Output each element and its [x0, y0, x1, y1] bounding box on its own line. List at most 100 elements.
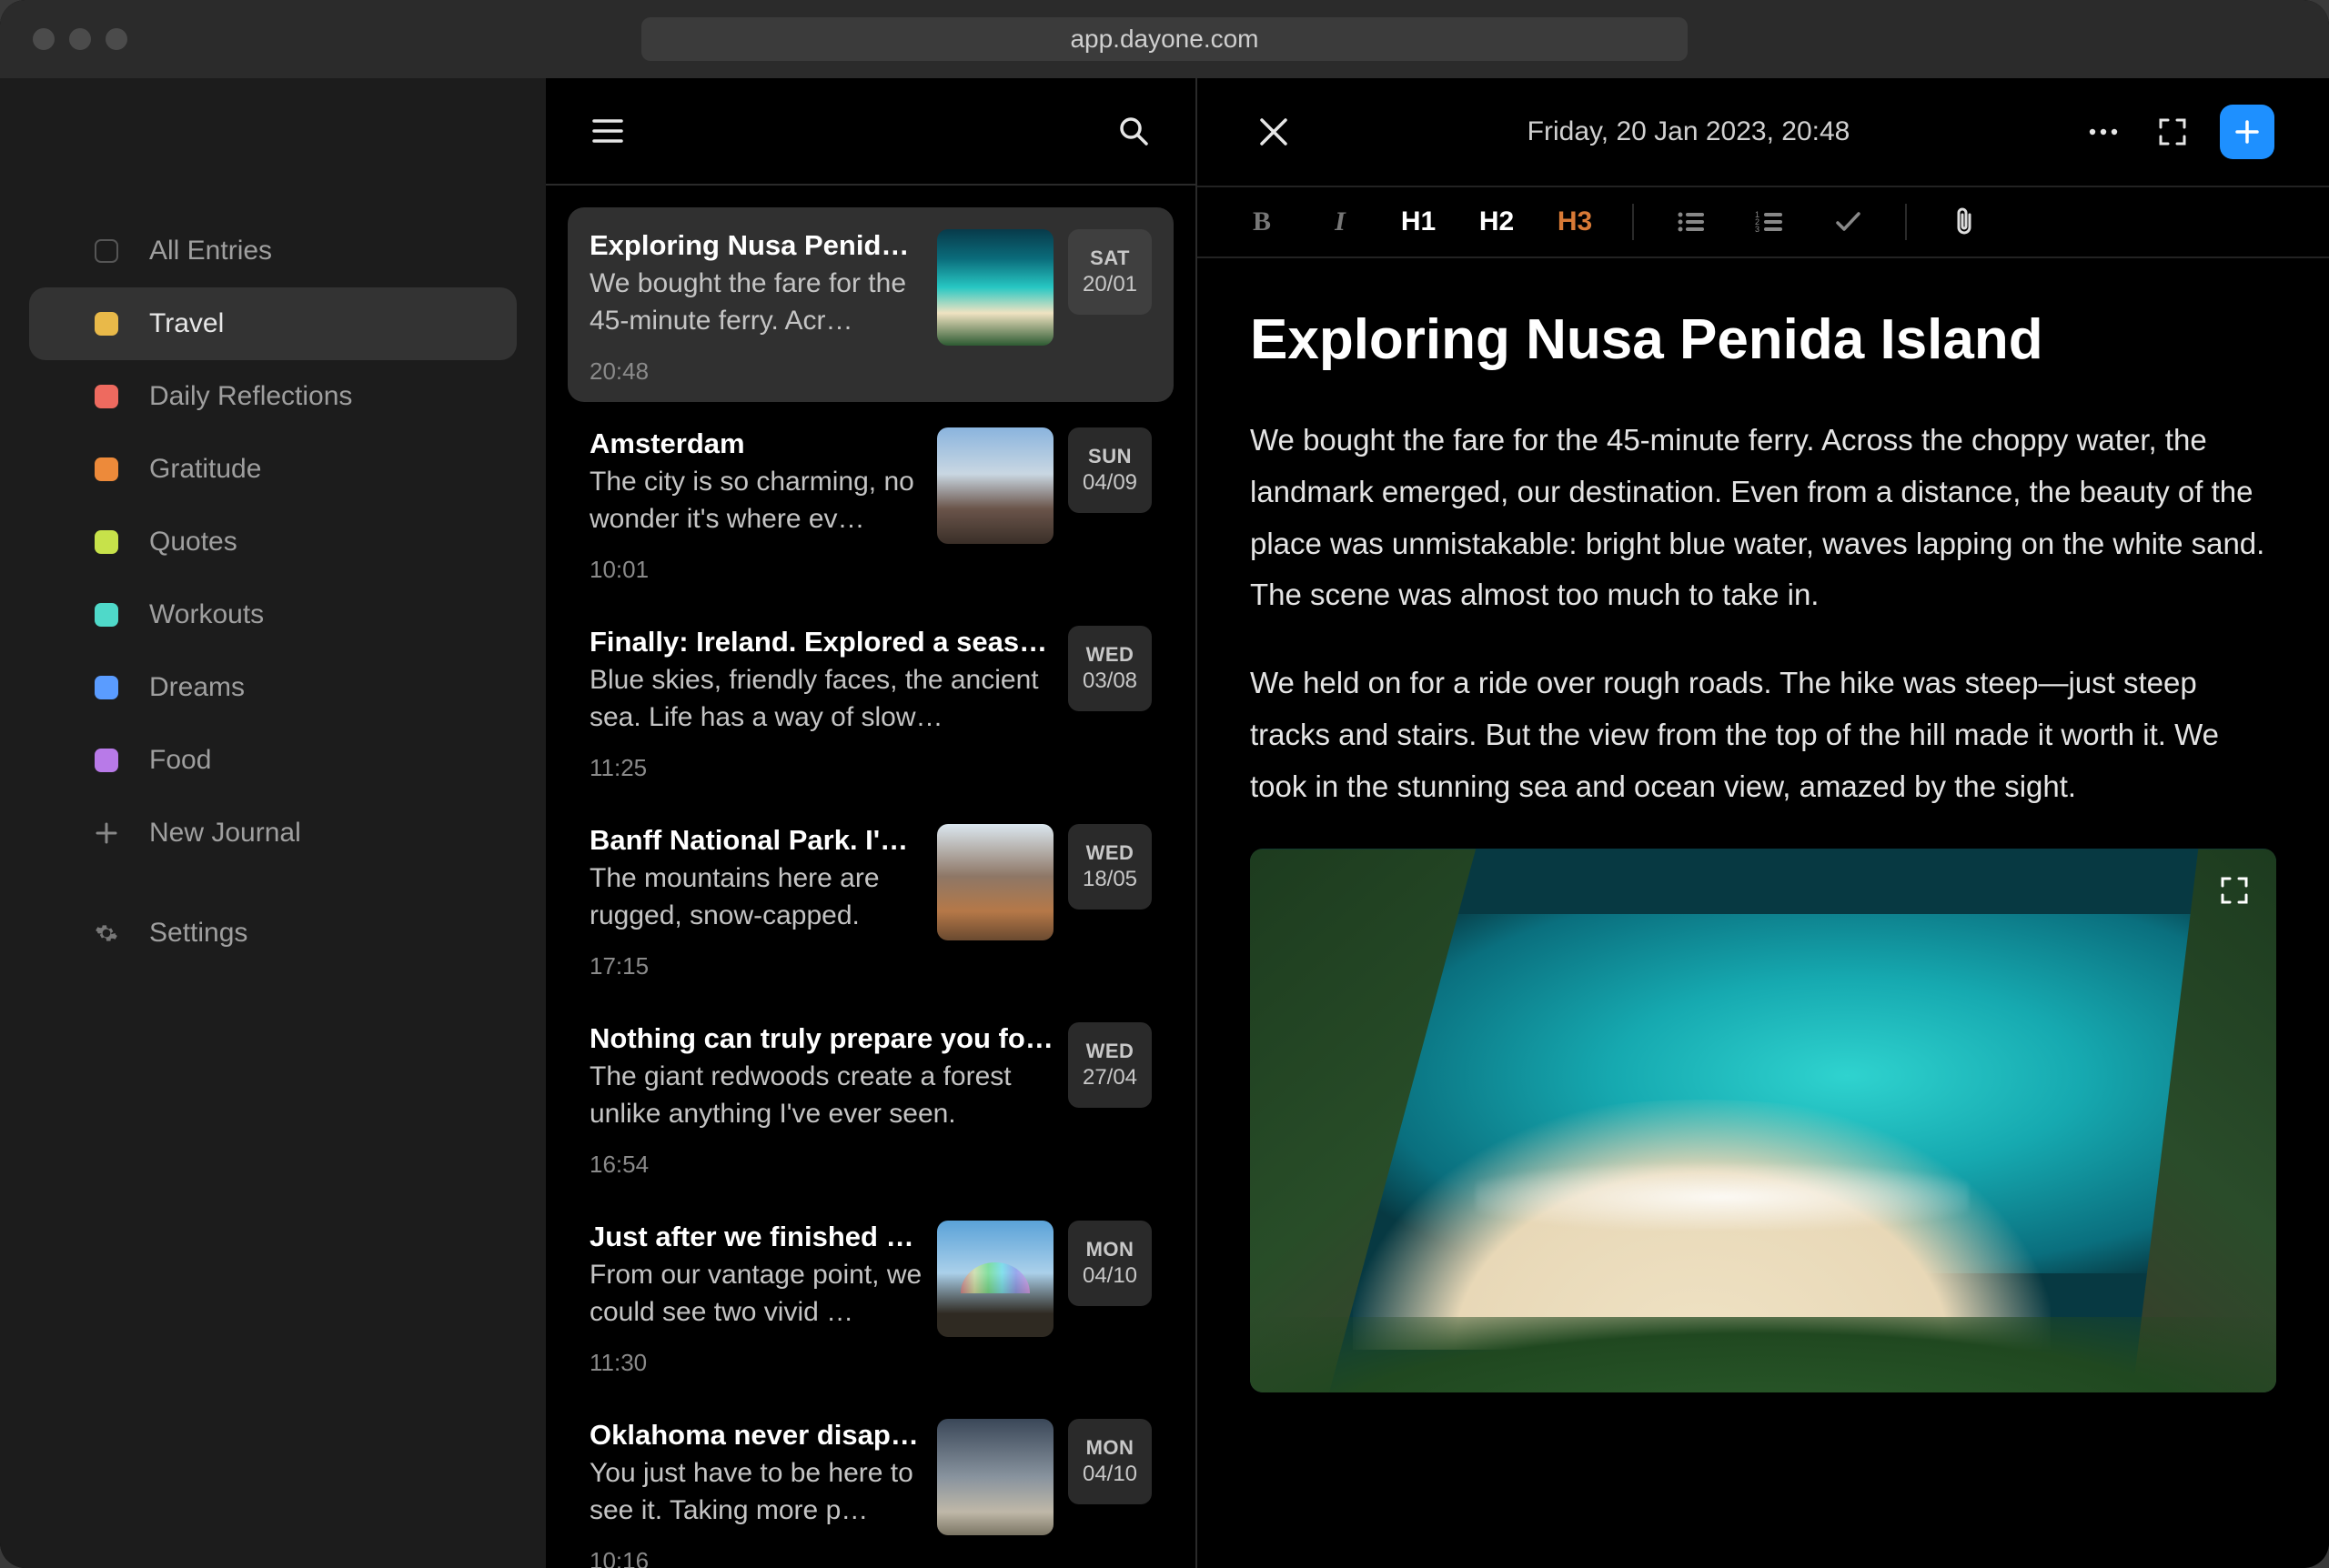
menu-icon[interactable]	[590, 113, 626, 149]
h2-button[interactable]: H2	[1476, 206, 1517, 237]
sidebar-item-journal[interactable]: Quotes	[29, 506, 517, 578]
entry-body[interactable]: Exploring Nusa Penida Island We bought t…	[1197, 258, 2329, 1568]
sidebar-item-label: New Journal	[149, 818, 301, 849]
entry-day: MON	[1086, 1436, 1134, 1460]
h3-button[interactable]: H3	[1554, 206, 1596, 237]
entry-card[interactable]: Just after we finished …From our vantage…	[568, 1199, 1174, 1393]
journal-color-swatch	[95, 457, 118, 481]
bold-button[interactable]: B	[1241, 206, 1283, 237]
entry-card[interactable]: Nothing can truly prepare you for… The gi…	[568, 1000, 1174, 1195]
entry-card-preview: The giant redwoods create a forest unlik…	[590, 1059, 1054, 1132]
entry-card-time: 11:30	[590, 1349, 923, 1377]
entry-image[interactable]	[1250, 849, 2276, 1392]
entry-mmdd: 18/05	[1083, 867, 1137, 892]
entry-thumbnail	[937, 427, 1054, 544]
entry-card-time: 10:16	[590, 1547, 923, 1568]
entry-card[interactable]: Exploring Nusa Penida…We bought the fare…	[568, 207, 1174, 402]
more-icon[interactable]	[2082, 110, 2125, 154]
journal-color-swatch	[95, 385, 118, 408]
entries-header	[546, 78, 1195, 186]
fullscreen-icon[interactable]	[2151, 110, 2194, 154]
sidebar-item-journal[interactable]: Daily Reflections	[29, 360, 517, 433]
sidebar-item-label: Gratitude	[149, 454, 261, 485]
entry-card-title: Oklahoma never disap…	[590, 1419, 923, 1452]
entry-mmdd: 20/01	[1083, 272, 1137, 297]
entry-card-time: 16:54	[590, 1151, 1054, 1179]
entry-title: Exploring Nusa Penida Island	[1250, 309, 2276, 371]
entry-paragraph: We bought the fare for the 45-minute fer…	[1250, 415, 2276, 621]
sidebar-item-journal[interactable]: Food	[29, 724, 517, 797]
new-entry-button[interactable]	[2220, 105, 2274, 159]
entry-card-time: 11:25	[590, 754, 1054, 782]
sidebar: All Entries Travel Daily Reflections Grati…	[0, 78, 546, 1568]
entry-card[interactable]: AmsterdamThe city is so charming, no won…	[568, 406, 1174, 600]
minimize-window[interactable]	[69, 28, 91, 50]
sidebar-item-journal[interactable]: Travel	[29, 287, 517, 360]
sidebar-item-label: All Entries	[149, 236, 272, 266]
ordered-list-button[interactable]: 123	[1749, 210, 1790, 234]
titlebar: app.dayone.com	[0, 0, 2329, 78]
sidebar-item-new-journal[interactable]: New Journal	[29, 797, 517, 869]
entry-thumbnail	[937, 1221, 1054, 1337]
entry-card-title: Finally: Ireland. Explored a seasi…	[590, 626, 1054, 658]
sidebar-item-label: Travel	[149, 308, 224, 339]
detail-column: Friday, 20 Jan 2023, 20:48 B I H1 H2 H3	[1197, 78, 2329, 1568]
bullet-list-button[interactable]	[1670, 210, 1712, 234]
entry-card-title: Amsterdam	[590, 427, 923, 460]
sidebar-item-journal[interactable]: Workouts	[29, 578, 517, 651]
entry-date-badge: SAT20/01	[1068, 229, 1152, 315]
entry-day: WED	[1086, 643, 1134, 667]
window-controls	[33, 28, 127, 50]
sidebar-item-all-entries[interactable]: All Entries	[29, 215, 517, 287]
url-bar[interactable]: app.dayone.com	[641, 17, 1688, 61]
entry-card[interactable]: Banff National Park. I'…The mountains he…	[568, 802, 1174, 997]
editor-toolbar: B I H1 H2 H3 123	[1197, 186, 2329, 258]
entry-date-header: Friday, 20 Jan 2023, 20:48	[1527, 116, 1850, 147]
journal-color-swatch	[95, 603, 118, 627]
search-icon[interactable]	[1115, 113, 1152, 149]
journal-color-swatch	[95, 676, 118, 699]
toolbar-separator	[1905, 204, 1907, 240]
journal-color-swatch	[95, 530, 118, 554]
entry-day: WED	[1086, 841, 1134, 865]
sidebar-item-label: Quotes	[149, 527, 237, 558]
entry-thumbnail	[937, 824, 1054, 940]
h1-button[interactable]: H1	[1397, 206, 1439, 237]
sidebar-item-label: Workouts	[149, 599, 264, 630]
entry-day: SAT	[1090, 246, 1130, 270]
entry-mmdd: 04/09	[1083, 470, 1137, 496]
entry-card[interactable]: Oklahoma never disap…You just have to be…	[568, 1397, 1174, 1568]
toolbar-separator	[1632, 204, 1634, 240]
entry-mmdd: 03/08	[1083, 668, 1137, 694]
sidebar-item-journal[interactable]: Dreams	[29, 651, 517, 724]
entry-date-badge: MON04/10	[1068, 1419, 1152, 1504]
sidebar-item-journal[interactable]: Gratitude	[29, 433, 517, 506]
entry-mmdd: 04/10	[1083, 1263, 1137, 1289]
close-window[interactable]	[33, 28, 55, 50]
checkbox-icon	[95, 239, 118, 263]
sidebar-item-label: Dreams	[149, 672, 245, 703]
entry-date-badge: MON04/10	[1068, 1221, 1152, 1306]
detail-header: Friday, 20 Jan 2023, 20:48	[1197, 78, 2329, 186]
sidebar-item-settings[interactable]: Settings	[29, 897, 517, 970]
checklist-button[interactable]	[1827, 207, 1869, 236]
attachment-button[interactable]	[1943, 206, 1985, 237]
entry-card-title: Nothing can truly prepare you for…	[590, 1022, 1054, 1055]
gear-icon	[95, 921, 118, 945]
entry-date-badge: WED27/04	[1068, 1022, 1152, 1108]
entry-day: WED	[1086, 1040, 1134, 1063]
entry-card-title: Exploring Nusa Penida…	[590, 229, 923, 262]
close-icon[interactable]	[1252, 110, 1296, 154]
entry-card-title: Banff National Park. I'…	[590, 824, 923, 857]
entry-card-time: 17:15	[590, 952, 923, 980]
italic-button[interactable]: I	[1319, 206, 1361, 237]
entries-list[interactable]: Exploring Nusa Penida…We bought the fare…	[546, 186, 1195, 1568]
expand-image-icon[interactable]	[2213, 869, 2256, 912]
journal-color-swatch	[95, 749, 118, 772]
entry-thumbnail	[937, 1419, 1054, 1535]
entry-card[interactable]: Finally: Ireland. Explored a seasi…Blue …	[568, 604, 1174, 799]
entry-mmdd: 27/04	[1083, 1065, 1137, 1091]
zoom-window[interactable]	[106, 28, 127, 50]
beach-photo	[1250, 849, 2276, 1392]
entry-card-preview: From our vantage point, we could see two…	[590, 1257, 923, 1331]
